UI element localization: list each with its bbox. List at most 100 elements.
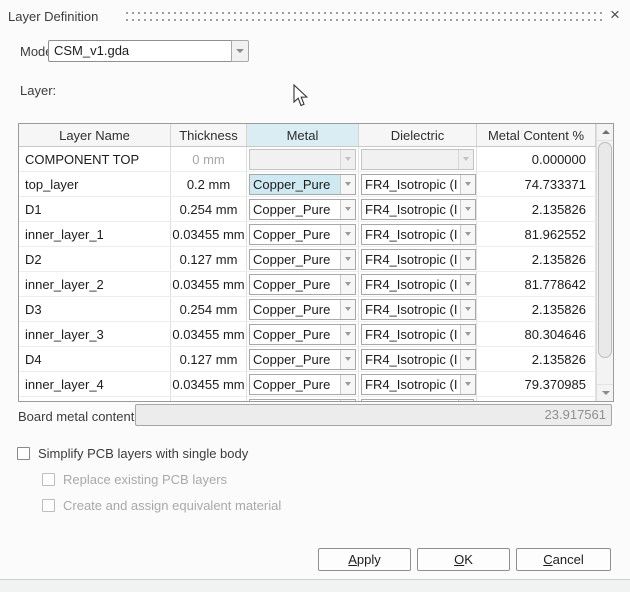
col-header-thickness[interactable]: Thickness (171, 124, 247, 146)
chevron-down-icon[interactable] (460, 350, 475, 369)
cell-dropdown-value[interactable]: Copper_Pure (250, 225, 340, 244)
chevron-down-icon[interactable] (460, 200, 475, 219)
metal-cell[interactable]: Copper_Pure (247, 172, 359, 196)
table-scrollbar[interactable] (596, 124, 613, 401)
col-header-dielectric[interactable]: Dielectric (359, 124, 477, 146)
cell-dropdown[interactable]: Copper_Pure (249, 349, 356, 370)
scrollbar-thumb[interactable] (598, 142, 612, 358)
cell-dropdown[interactable]: FR4_Isotropic (I (361, 274, 476, 295)
cell-dropdown-value[interactable]: FR4_Isotropic (I (362, 225, 460, 244)
cell-dropdown[interactable]: FR4_Isotropic (I (361, 174, 476, 195)
ok-button[interactable]: OK (417, 548, 510, 571)
chevron-down-icon[interactable] (458, 400, 473, 402)
cell-dropdown-value[interactable]: Copper_Pure (250, 200, 340, 219)
dielectric-cell[interactable]: FR4_Isotropic (I (359, 272, 477, 296)
chevron-down-icon[interactable] (460, 175, 475, 194)
dielectric-cell[interactable]: FR4_Isotropic (I (359, 297, 477, 321)
metal-cell[interactable]: Copper_Pure (247, 272, 359, 296)
metal-cell[interactable]: Copper_Pure (247, 222, 359, 246)
chevron-down-icon[interactable] (460, 300, 475, 319)
table-row[interactable]: inner_layer_40.03455 mmCopper_Pure FR4_Is… (19, 372, 596, 397)
dielectric-cell[interactable]: FR4_Isotropic (I (359, 197, 477, 221)
cell-dropdown[interactable] (249, 399, 356, 402)
cell-dropdown-value[interactable] (362, 400, 458, 402)
table-row[interactable]: D20.127 mmCopper_PureFR4_Isotropic (I2.1… (19, 247, 596, 272)
chevron-down-icon[interactable] (460, 250, 475, 269)
chevron-down-icon[interactable] (460, 325, 475, 344)
cell-dropdown[interactable]: Copper_Pure (249, 199, 356, 220)
table-row[interactable]: D10.254 mmCopper_PureFR4_Isotropic (I2.1… (19, 197, 596, 222)
thickness-cell[interactable]: 0.254 mm (171, 197, 247, 221)
cell-dropdown-value[interactable]: FR4_Isotropic (I (362, 375, 460, 394)
table-row[interactable]: D40.127 mmCopper_PureFR4_Isotropic (I2.1… (19, 347, 596, 372)
cell-dropdown-value[interactable]: FR4_Isotropic (I (362, 275, 460, 294)
chevron-down-icon[interactable] (340, 400, 355, 402)
chevron-down-icon[interactable] (340, 225, 355, 244)
dielectric-cell[interactable]: FR4_Isotropic (I (359, 372, 477, 396)
dielectric-cell[interactable]: FR4_Isotropic (I (359, 172, 477, 196)
dielectric-cell[interactable]: FR4_Isotropic (I (359, 222, 477, 246)
cell-dropdown-value[interactable]: FR4_Isotropic (I (362, 175, 460, 194)
cell-dropdown[interactable]: Copper_Pure (249, 249, 356, 270)
chevron-down-icon[interactable] (340, 350, 355, 369)
layer-name-cell[interactable]: COMPONENT TOP (19, 147, 171, 171)
chevron-down-icon[interactable] (460, 275, 475, 294)
dielectric-cell[interactable]: FR4_Isotropic (I (359, 347, 477, 371)
cell-dropdown[interactable]: FR4_Isotropic (I (361, 299, 476, 320)
cell-dropdown[interactable]: Copper_Pure (249, 324, 356, 345)
cell-dropdown-value[interactable]: FR4_Isotropic (I (362, 250, 460, 269)
layer-name-cell[interactable]: D1 (19, 197, 171, 221)
cell-dropdown-value[interactable]: FR4_Isotropic (I (362, 350, 460, 369)
cell-dropdown-value[interactable]: Copper_Pure (250, 300, 340, 319)
chevron-down-icon[interactable] (340, 375, 355, 394)
dielectric-cell[interactable]: FR4_Isotropic (I (359, 247, 477, 271)
cell-dropdown-value[interactable]: Copper_Pure (250, 275, 340, 294)
metal-cell[interactable]: Copper_Pure (247, 247, 359, 271)
cell-dropdown-value[interactable]: Copper_Pure (250, 250, 340, 269)
layer-name-cell[interactable]: D4 (19, 347, 171, 371)
table-row[interactable]: COMPONENT TOP0 mm0.000000 (19, 147, 596, 172)
metal-cell[interactable]: Copper_Pure (247, 322, 359, 346)
metal-cell[interactable]: Copper_Pure (247, 372, 359, 396)
thickness-cell[interactable]: 0.03455 mm (171, 222, 247, 246)
thickness-cell[interactable]: 0.254 mm (171, 297, 247, 321)
cell-dropdown-value[interactable]: Copper_Pure (250, 175, 340, 194)
col-header-layer-name[interactable]: Layer Name (19, 124, 171, 146)
cell-dropdown-value[interactable]: FR4_Isotropic (I (362, 300, 460, 319)
table-row[interactable]: top_layer0.2 mmCopper_PureFR4_Isotropic … (19, 172, 596, 197)
cell-dropdown-value[interactable]: FR4_Isotropic (I (362, 325, 460, 344)
cell-dropdown-value[interactable] (250, 400, 340, 402)
cell-dropdown[interactable]: FR4_Isotropic (I (361, 249, 476, 270)
cell-dropdown-value[interactable]: Copper_Pure (250, 350, 340, 369)
scroll-up-icon[interactable] (597, 124, 614, 141)
checkbox-simplify-pcb[interactable]: Simplify PCB layers with single body (17, 446, 248, 461)
chevron-down-icon[interactable] (340, 325, 355, 344)
chevron-down-icon[interactable] (340, 300, 355, 319)
chevron-down-icon[interactable] (340, 175, 355, 194)
thickness-cell[interactable]: 0.03455 mm (171, 322, 247, 346)
dielectric-cell[interactable]: FR4_Isotropic (I (359, 322, 477, 346)
cell-dropdown[interactable]: Copper_Pure (249, 374, 356, 395)
layer-name-cell[interactable]: inner_layer_2 (19, 272, 171, 296)
cell-dropdown[interactable]: Copper_Pure (249, 174, 356, 195)
table-row[interactable]: inner_layer_30.03455 mmCopper_Pure FR4_Is… (19, 322, 596, 347)
cell-dropdown[interactable]: Copper_Pure (249, 224, 356, 245)
cell-dropdown-value[interactable]: Copper_Pure (250, 325, 340, 344)
chevron-down-icon[interactable] (340, 200, 355, 219)
layer-name-cell[interactable]: inner_layer_1 (19, 222, 171, 246)
cell-dropdown[interactable]: FR4_Isotropic (I (361, 349, 476, 370)
cell-dropdown[interactable]: FR4_Isotropic (I (361, 374, 476, 395)
chevron-down-icon[interactable] (340, 275, 355, 294)
model-combobox[interactable]: CSM_v1.gda (48, 40, 249, 62)
layer-name-cell[interactable]: D3 (19, 297, 171, 321)
cell-dropdown[interactable]: Copper_Pure (249, 274, 356, 295)
thickness-cell[interactable]: 0.03455 mm (171, 372, 247, 396)
layer-name-cell[interactable]: inner_layer_4 (19, 372, 171, 396)
metal-cell[interactable]: Copper_Pure (247, 297, 359, 321)
layer-name-cell[interactable]: D2 (19, 247, 171, 271)
layer-name-cell[interactable]: inner_layer_3 (19, 322, 171, 346)
thickness-cell[interactable]: 0.127 mm (171, 347, 247, 371)
table-row[interactable]: inner_layer_20.03455 mmCopper_PureFR4_Is… (19, 272, 596, 297)
col-header-metal-content[interactable]: Metal Content % (477, 124, 596, 146)
close-icon[interactable]: × (605, 4, 625, 26)
